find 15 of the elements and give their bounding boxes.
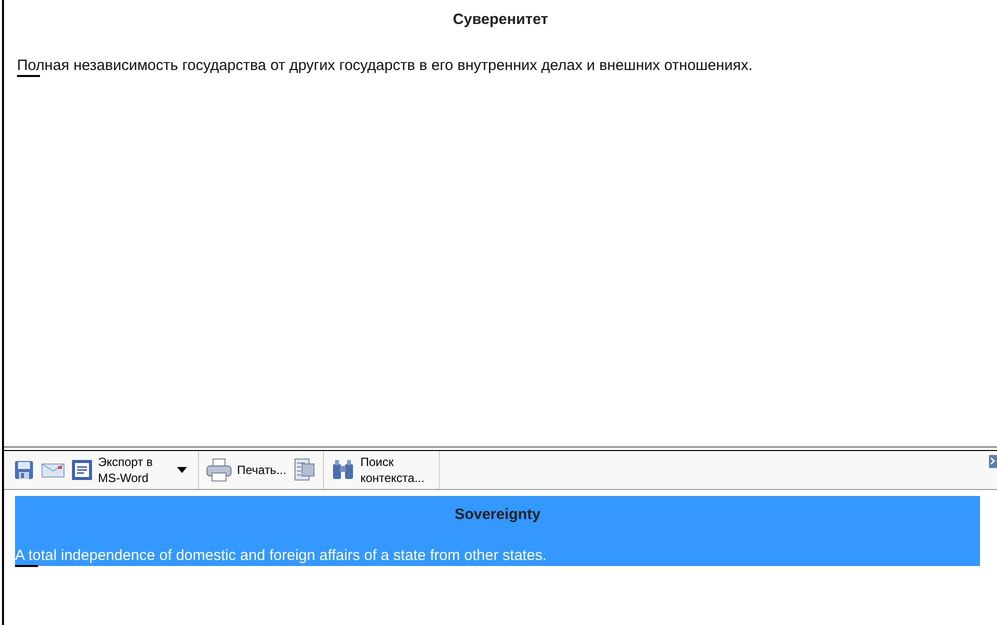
binoculars-icon[interactable] xyxy=(331,458,356,482)
document-icon[interactable] xyxy=(292,458,316,482)
translation-text: A total independence of domestic and foreign affairs of a state from other states. xyxy=(15,547,547,564)
cursor-marker xyxy=(17,74,40,76)
toolbar-button-label[interactable]: Печать... xyxy=(237,462,286,478)
translation-title: Sovereignty xyxy=(454,505,542,525)
printer-icon[interactable] xyxy=(206,458,232,482)
toolbar-button-label[interactable]: Поиск контекста... xyxy=(360,454,432,486)
expand-icon[interactable] xyxy=(989,455,997,468)
cursor-marker xyxy=(15,565,38,567)
article-title: Суверенитет xyxy=(452,10,550,30)
translation-block[interactable]: Sovereignty A total independence of domestic and foreign affairs of a state from other states. xyxy=(15,496,980,566)
toolbar-button-label[interactable]: Экспорт в MS-Word xyxy=(98,454,170,486)
article-text: Полная независимость государства от других государств в его внутренних делах и внешних отношениях. xyxy=(17,56,752,74)
dropdown-caret-icon[interactable] xyxy=(177,467,187,473)
